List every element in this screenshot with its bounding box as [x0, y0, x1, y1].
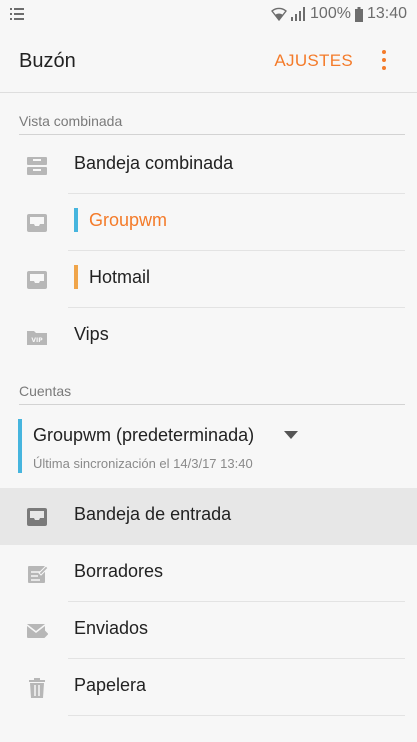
row-divider	[68, 715, 405, 716]
folder-item-inbox[interactable]: Bandeja de entrada	[0, 488, 417, 545]
combined-item-groupwm[interactable]: Groupwm	[0, 194, 417, 251]
combined-item-vips[interactable]: VIP Vips	[0, 308, 417, 365]
drafts-icon	[26, 563, 49, 585]
folder-item-trash[interactable]: Papelera	[0, 659, 417, 716]
clock: 13:40	[366, 5, 407, 22]
trash-icon	[26, 677, 48, 699]
account-color-bar	[18, 419, 22, 473]
settings-button[interactable]: AJUSTES	[274, 51, 353, 71]
inbox-icon	[26, 212, 48, 234]
combined-item-label: Bandeja combinada	[74, 153, 234, 173]
folder-item-label: Papelera	[74, 675, 147, 695]
combined-inbox-icon	[26, 155, 48, 177]
folder-item-sent[interactable]: Enviados	[0, 602, 417, 659]
battery-icon	[354, 6, 363, 22]
app-bar: Buzón AJUSTES	[0, 30, 417, 92]
combined-item-label: Groupwm	[89, 210, 168, 230]
signal-icon	[291, 7, 306, 21]
section-divider	[19, 134, 405, 135]
more-vert-icon[interactable]	[379, 50, 389, 72]
combined-item-hotmail[interactable]: Hotmail	[0, 251, 417, 308]
folder-item-label: Bandeja de entrada	[74, 504, 232, 524]
folder-item-label: Borradores	[74, 561, 164, 581]
account-name: Groupwm (predeterminada)	[33, 425, 255, 445]
vip-folder-icon: VIP	[26, 326, 48, 348]
account-color-bar	[74, 208, 78, 232]
sync-status: Última sincronización el 14/3/17 13:40	[33, 456, 253, 471]
account-color-bar	[74, 265, 78, 289]
combined-item-label: Hotmail	[89, 267, 151, 287]
menu-lines-icon	[10, 7, 24, 25]
section-header-accounts: Cuentas	[19, 383, 72, 399]
inbox-icon	[26, 506, 48, 528]
combined-item-bandeja-combinada[interactable]: Bandeja combinada	[0, 137, 417, 194]
folder-item-drafts[interactable]: Borradores	[0, 545, 417, 602]
status-bar: 100% 13:40	[0, 0, 417, 30]
wifi-icon	[271, 7, 288, 21]
battery-percent: 100%	[310, 5, 351, 22]
inbox-icon	[26, 269, 48, 291]
combined-item-label: Vips	[74, 324, 109, 344]
page-title: Buzón	[19, 50, 76, 72]
section-divider	[19, 404, 405, 405]
svg-text:VIP: VIP	[31, 337, 43, 344]
folder-item-label: Enviados	[74, 618, 149, 638]
sent-icon	[26, 620, 49, 642]
app-bar-divider	[0, 92, 417, 93]
account-selector[interactable]: Groupwm (predeterminada) Última sincroni…	[18, 419, 398, 474]
section-header-combined: Vista combinada	[19, 113, 123, 129]
dropdown-arrow-icon[interactable]	[284, 431, 298, 439]
